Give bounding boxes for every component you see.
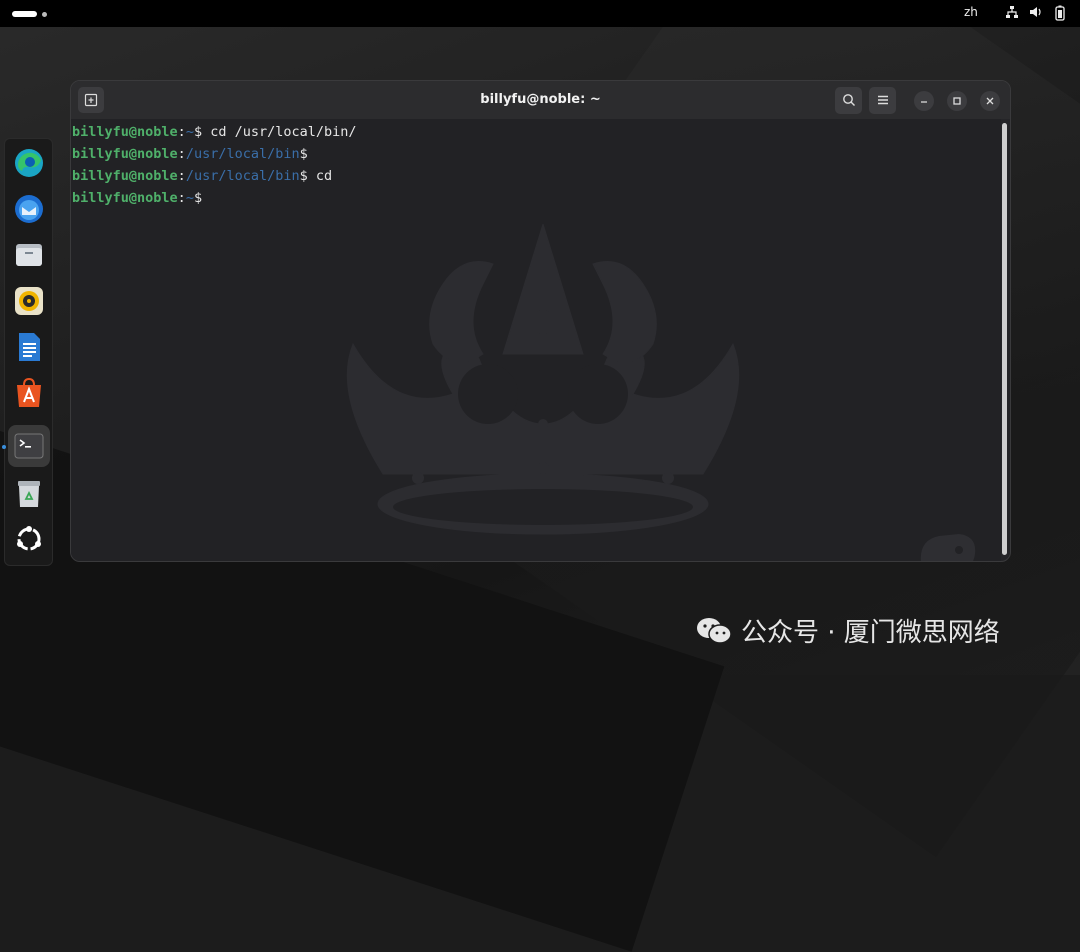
dock-item-rhythmbox[interactable] <box>11 283 47 319</box>
activities-indicator[interactable] <box>12 11 47 17</box>
dock-item-thunderbird[interactable] <box>11 191 47 227</box>
menu-button[interactable] <box>869 87 896 114</box>
close-icon <box>986 97 994 105</box>
terminal-icon <box>13 430 45 462</box>
edge-icon <box>13 147 45 179</box>
prompt-user: billyfu@noble <box>72 168 178 184</box>
watermark-text: 公众号 · 厦门微思网络 <box>741 618 1000 648</box>
terminal-titlebar[interactable]: billyfu@noble: ~ <box>71 81 1010 119</box>
trash-icon <box>13 477 45 509</box>
prompt-path: ~ <box>185 124 194 140</box>
prompt-symbol: $ <box>299 168 316 184</box>
hamburger-menu-icon <box>877 95 888 105</box>
prompt-path: ~ <box>185 190 194 206</box>
terminal-line: billyfu@noble:/usr/local/bin$ <box>72 146 308 162</box>
minimize-icon <box>921 101 927 103</box>
terminal-output[interactable]: billyfu@noble:~$ cd /usr/local/bin/ bill… <box>71 119 1001 561</box>
prompt-symbol: $ <box>193 190 203 206</box>
terminal-line: billyfu@noble:/usr/local/bin$ cd <box>72 168 332 184</box>
crown-wallpaper-icon <box>346 224 740 535</box>
prompt-user: billyfu@noble <box>72 146 178 162</box>
prompt-separator: : <box>177 146 186 162</box>
dock-item-trash[interactable] <box>11 475 47 511</box>
wechat-icon <box>697 617 732 644</box>
minimize-button[interactable] <box>914 91 934 111</box>
app-center-icon <box>13 377 45 409</box>
terminal-window[interactable]: billyfu@noble: ~ billyfu@noble:~$ cd /us… <box>70 80 1011 562</box>
network-icon[interactable] <box>1004 5 1020 21</box>
input-method-indicator[interactable]: zh <box>964 5 978 19</box>
dock <box>4 138 53 566</box>
command-text: cd <box>315 168 333 184</box>
dock-item-app-center[interactable] <box>11 375 47 411</box>
dock-item-writer[interactable] <box>11 329 47 365</box>
dock-item-edge[interactable] <box>11 145 47 181</box>
workspace-active-indicator <box>12 11 37 17</box>
files-icon <box>13 239 45 271</box>
prompt-path: /usr/local/bin <box>185 168 300 184</box>
prompt-separator: : <box>177 190 186 206</box>
prompt-symbol: $ <box>299 146 308 162</box>
search-button[interactable] <box>835 87 862 114</box>
watermark: 公众号 · 厦门微思网络 <box>695 612 1000 649</box>
running-indicator <box>2 445 6 449</box>
workspace-indicator <box>42 11 47 17</box>
dock-item-terminal[interactable] <box>8 425 50 467</box>
terminal-line: billyfu@noble:~$ <box>72 190 202 206</box>
dock-item-show-apps[interactable] <box>11 521 47 557</box>
scrollbar[interactable] <box>1002 123 1007 555</box>
thunderbird-icon <box>13 193 45 225</box>
volume-icon[interactable] <box>1028 5 1044 21</box>
top-bar: zh <box>0 0 1080 27</box>
rhythmbox-icon <box>13 285 45 317</box>
dock-item-files[interactable] <box>11 237 47 273</box>
numbat-mascot-icon <box>920 534 976 561</box>
writer-icon <box>13 331 45 363</box>
battery-icon[interactable] <box>1052 5 1068 21</box>
maximize-button[interactable] <box>947 91 967 111</box>
close-button[interactable] <box>980 91 1000 111</box>
prompt-user: billyfu@noble <box>72 124 178 140</box>
prompt-user: billyfu@noble <box>72 190 178 206</box>
prompt-separator: : <box>177 168 186 184</box>
search-icon <box>842 94 855 106</box>
maximize-icon <box>953 97 961 105</box>
terminal-line: billyfu@noble:~$ cd /usr/local/bin/ <box>72 124 357 140</box>
command-text: cd /usr/local/bin/ <box>210 124 357 140</box>
prompt-path: /usr/local/bin <box>185 146 300 162</box>
prompt-separator: : <box>177 124 186 140</box>
prompt-symbol: $ <box>193 124 211 140</box>
ubuntu-icon <box>13 523 45 555</box>
